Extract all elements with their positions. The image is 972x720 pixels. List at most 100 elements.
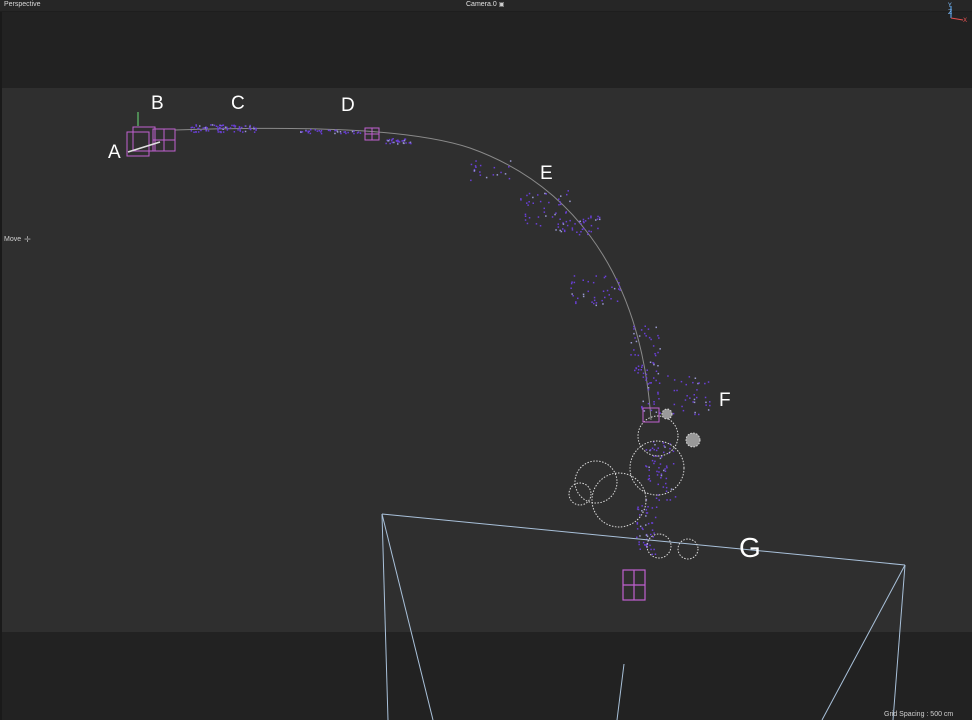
particle-dot [653,377,655,379]
sphere-8[interactable] [685,432,701,448]
particle-dot [655,379,657,382]
particle-dot [636,528,639,530]
particle-dot [543,207,545,210]
particle-dot [667,375,669,377]
particle-dot [657,351,659,354]
particle-dot [587,290,589,293]
particle-dot [571,229,574,231]
particle-dot [555,212,557,214]
particle-dot [657,365,659,367]
sphere-4[interactable] [574,460,618,504]
particle-dot [637,506,639,508]
particle-dot [705,404,707,406]
particle-dot [635,367,638,370]
particle-dot [692,381,694,384]
particle-dot [593,296,596,299]
sphere-2[interactable] [629,440,685,496]
particle-dot [602,303,604,305]
particle-dot [665,465,668,467]
particle-dot [479,171,481,173]
particle-dot [387,140,390,142]
view-mode-title[interactable]: Perspective [4,1,41,8]
particle-dot [580,231,582,233]
object-box-d[interactable] [364,127,380,141]
particle-dot [320,132,323,135]
particle-dot [255,127,257,130]
particle-dot [347,131,349,134]
particle-dot [320,131,322,133]
particle-dot [685,383,687,386]
particle-dot [647,522,650,525]
particle-dot [647,383,650,385]
particle-dot [642,400,644,403]
object-box-a[interactable] [126,126,176,157]
particle-dot [524,213,527,216]
3d-viewport[interactable]: A B C D E F G Perspective Camera.0 ▣ Y Z… [0,0,972,720]
particle-dot [226,129,229,131]
particle-dot [653,403,655,405]
particle-dot [204,127,207,129]
particle-dot [595,304,597,307]
particle-dot [657,483,659,486]
scene-canvas[interactable] [0,0,972,720]
camera-dropdown-icon[interactable]: ▣ [499,1,505,8]
sphere-5[interactable] [568,482,592,506]
particle-dot [197,127,199,130]
particle-dot [543,211,546,213]
particle-dot [669,447,671,450]
particle-dot [532,202,534,204]
particle-dot [705,401,707,404]
particle-dot [193,127,195,129]
particle-dot [676,389,678,392]
camera-selector[interactable]: Camera.0 ▣ [466,1,504,8]
particle-dot [698,413,700,416]
particle-dot [238,127,241,130]
particle-dot [234,125,237,127]
particle-dot [595,219,597,221]
particle-dot [648,336,651,339]
particle-dot [359,132,362,134]
particle-dot [619,289,621,291]
sphere-7[interactable] [677,538,699,560]
particle-dot [344,131,347,133]
particle-dot [689,397,691,399]
sphere-3[interactable] [591,472,647,528]
particle-dot [707,409,710,411]
particle-dot [475,166,477,168]
particle-dot [658,382,661,384]
particle-dot [663,469,665,472]
particle-dot [647,388,650,391]
particle-dot [598,216,601,219]
particle-dot [405,142,407,144]
particle-dot [229,127,232,129]
motion-path[interactable] [174,127,652,421]
axis-gizmo-icon[interactable]: Y Z X [945,2,969,24]
particle-dot [592,281,595,284]
particle-dot [650,409,653,412]
move-tool-icon[interactable]: ✛ [24,235,31,244]
particle-dot [310,129,312,131]
particle-dot [654,460,656,463]
particle-dot [633,349,635,351]
particle-dot [392,138,394,140]
particle-dot [653,548,655,551]
particle-dot [673,389,676,392]
particle-dot [579,220,581,223]
particle-dot [357,131,360,133]
particle-dot [707,381,710,383]
particle-dot [611,286,613,288]
camera-frustum[interactable] [381,513,906,720]
label-g: G [739,532,761,563]
object-box-g[interactable] [622,569,646,601]
particle-dot [618,282,620,284]
particle-dot [648,466,650,468]
particle-dot [655,326,657,329]
particle-dot [222,127,225,129]
sphere-group[interactable] [568,408,701,560]
sphere-9[interactable] [661,408,673,420]
particle-dot [545,193,547,195]
particle-dot [527,204,529,206]
particle-dot [573,275,576,277]
particle-dot [653,462,655,465]
particle-dot [318,130,320,132]
